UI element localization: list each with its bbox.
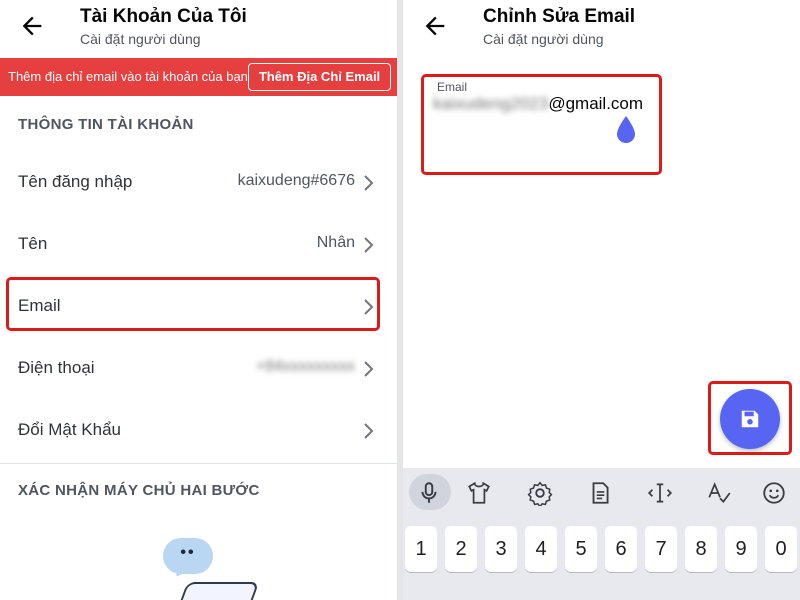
key-4[interactable]: 4 <box>525 526 557 572</box>
banner-text: Thêm địa chỉ email vào tài khoản của bạn <box>8 69 248 84</box>
account-panel: Tài Khoản Của Tôi Cài đặt người dùng Thê… <box>0 0 397 600</box>
row-change-password[interactable]: Đổi Mật Khẩu <box>0 400 397 462</box>
row-username[interactable]: Tên đăng nhập kaixudeng#6676 <box>0 152 397 214</box>
key-9[interactable]: 9 <box>725 526 757 572</box>
row-label: Tên <box>18 234 48 253</box>
key-0[interactable]: 0 <box>765 526 797 572</box>
mic-icon[interactable] <box>416 480 444 506</box>
section-title-account-info: THÔNG TIN TÀI KHOẢN <box>18 116 194 133</box>
chevron-right-icon <box>363 174 375 192</box>
chevron-right-icon <box>363 422 375 440</box>
save-icon <box>741 410 759 428</box>
key-1[interactable]: 1 <box>405 526 437 572</box>
page-title: Tài Khoản Của Tôi <box>80 6 247 27</box>
key-6[interactable]: 6 <box>605 526 637 572</box>
page-subtitle: Cài đặt người dùng <box>483 31 604 47</box>
email-input[interactable]: kaixudeng2023@gmail.com <box>433 94 673 122</box>
edit-email-panel: Chỉnh Sửa Email Cài đặt người dùng Email… <box>403 0 800 600</box>
emoji-icon[interactable] <box>761 480 789 506</box>
row-label: Email <box>18 296 61 315</box>
row-value: Nhân <box>316 234 355 251</box>
row-value: +84xxxxxxxxx <box>255 358 355 375</box>
phone-illustration <box>172 582 260 600</box>
page-title: Chỉnh Sửa Email <box>483 6 636 27</box>
spellcheck-icon[interactable] <box>706 480 734 506</box>
row-label: Tên đăng nhập <box>18 172 133 191</box>
key-5[interactable]: 5 <box>565 526 597 572</box>
page-subtitle: Cài đặt người dùng <box>80 31 201 47</box>
save-button[interactable] <box>720 389 780 449</box>
row-value: kaixudeng#6676 <box>237 172 355 189</box>
text-cursor-icon[interactable] <box>647 480 675 506</box>
bubble-dots: •• <box>180 544 196 561</box>
key-8[interactable]: 8 <box>685 526 717 572</box>
email-domain: @gmail.com <box>548 94 644 113</box>
gear-icon[interactable] <box>527 480 555 508</box>
row-email[interactable]: Email <box>0 276 397 338</box>
arrow-left-icon[interactable] <box>421 12 449 40</box>
chevron-right-icon <box>363 360 375 378</box>
section-title-2fa: XÁC NHẬN MÁY CHỦ HAI BƯỚC <box>18 482 260 499</box>
row-phone[interactable]: Điện thoại +84xxxxxxxxx <box>0 338 397 400</box>
clipboard-icon[interactable] <box>587 480 615 506</box>
chevron-right-icon <box>363 298 375 316</box>
key-7[interactable]: 7 <box>645 526 677 572</box>
arrow-left-icon[interactable] <box>18 12 46 40</box>
row-label: Đổi Mật Khẩu <box>18 420 121 439</box>
row-name[interactable]: Tên Nhân <box>0 214 397 276</box>
text-cursor-handle-icon[interactable] <box>615 114 637 144</box>
row-label: Điện thoại <box>18 358 95 377</box>
on-screen-keyboard: 1 2 3 4 5 6 7 8 9 0 <box>403 468 800 600</box>
add-email-button[interactable]: Thêm Địa Chỉ Email <box>248 63 391 91</box>
account-header: Tài Khoản Của Tôi Cài đặt người dùng <box>0 0 397 60</box>
add-email-banner: Thêm địa chỉ email vào tài khoản của bạn… <box>0 58 397 96</box>
key-3[interactable]: 3 <box>485 526 517 572</box>
email-local-part: kaixudeng2023 <box>433 94 549 113</box>
chevron-right-icon <box>363 236 375 254</box>
edit-email-header: Chỉnh Sửa Email Cài đặt người dùng <box>403 0 800 60</box>
email-field-label: Email <box>437 80 468 94</box>
key-2[interactable]: 2 <box>445 526 477 572</box>
divider <box>0 463 397 464</box>
shirt-icon[interactable] <box>466 480 494 506</box>
